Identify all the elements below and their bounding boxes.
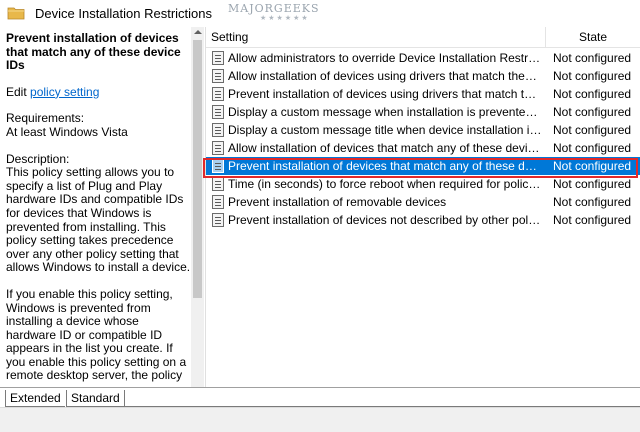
setting-row[interactable]: Allow installation of devices that match… — [206, 139, 640, 157]
setting-state: Not configured — [553, 123, 632, 137]
tab-extended[interactable]: Extended — [5, 390, 65, 407]
column-header-row: Setting State — [206, 27, 640, 48]
policy-setting-icon — [212, 195, 224, 209]
scroll-thumb[interactable] — [193, 40, 202, 298]
policy-title: Prevent installation of devices that mat… — [6, 31, 181, 73]
setting-row[interactable]: Display a custom message when installati… — [206, 103, 640, 121]
setting-state: Not configured — [553, 87, 632, 101]
setting-name: Allow administrators to override Device … — [228, 51, 542, 65]
setting-state: Not configured — [553, 69, 632, 83]
requirements-label: Requirements: — [6, 111, 85, 126]
policy-setting-icon — [212, 69, 224, 83]
title-header: Device Installation Restrictions MAJORGE… — [0, 0, 640, 28]
setting-state: Not configured — [553, 105, 632, 119]
setting-name: Prevent installation of devices using dr… — [228, 87, 542, 101]
column-header-setting[interactable]: Setting — [211, 30, 248, 44]
policy-setting-icon — [212, 177, 224, 191]
setting-state: Not configured — [553, 213, 632, 227]
setting-state: Not configured — [553, 177, 632, 191]
description-pane: Prevent installation of devices that mat… — [0, 27, 205, 387]
status-bar — [0, 407, 640, 432]
edit-policy-link[interactable]: policy setting — [30, 85, 99, 99]
tab-standard[interactable]: Standard — [66, 390, 125, 407]
setting-state: Not configured — [553, 159, 632, 173]
setting-name: Time (in seconds) to force reboot when r… — [228, 177, 542, 191]
setting-row[interactable]: Allow installation of devices using driv… — [206, 67, 640, 85]
setting-row[interactable]: Prevent installation of devices using dr… — [206, 85, 640, 103]
edit-line: Edit policy setting — [6, 84, 192, 100]
requirements-value: At least Windows Vista — [6, 124, 128, 139]
section-title: Device Installation Restrictions — [35, 6, 213, 21]
setting-name: Prevent installation of devices not desc… — [228, 213, 542, 227]
setting-row[interactable]: Display a custom message title when devi… — [206, 121, 640, 139]
setting-state: Not configured — [553, 195, 632, 209]
policy-setting-icon — [212, 123, 224, 137]
setting-name: Allow installation of devices using driv… — [228, 69, 542, 83]
setting-row[interactable]: Time (in seconds) to force reboot when r… — [206, 175, 640, 193]
policy-setting-icon — [212, 105, 224, 119]
setting-row[interactable]: Allow administrators to override Device … — [206, 49, 640, 67]
setting-state: Not configured — [553, 51, 632, 65]
description-paragraph-1: This policy setting allows you to specif… — [6, 165, 191, 275]
setting-name: Display a custom message title when devi… — [228, 123, 542, 137]
watermark-stars: ★★★★★★ — [260, 14, 310, 22]
column-header-state[interactable]: State — [579, 30, 607, 44]
edit-prefix: Edit — [6, 84, 27, 99]
policy-setting-icon — [212, 213, 224, 227]
settings-list: Setting State Allow administrators to ov… — [205, 27, 640, 387]
policy-setting-icon — [212, 141, 224, 155]
setting-row[interactable]: Prevent installation of removable device… — [206, 193, 640, 211]
folder-icon — [7, 7, 25, 20]
setting-row[interactable]: Prevent installation of devices that mat… — [206, 157, 640, 175]
watermark-logo: MAJORGEEKS ★★★★★★ — [228, 2, 320, 22]
description-label: Description: — [6, 151, 70, 166]
setting-name: Prevent installation of removable device… — [228, 195, 447, 209]
description-paragraph-2: If you enable this policy setting, Windo… — [6, 286, 187, 383]
setting-row[interactable]: Prevent installation of devices not desc… — [206, 211, 640, 229]
policy-setting-icon — [212, 159, 224, 173]
setting-state: Not configured — [553, 141, 632, 155]
setting-name: Display a custom message when installati… — [228, 105, 542, 119]
policy-setting-icon — [212, 51, 224, 65]
setting-name: Allow installation of devices that match… — [228, 141, 542, 155]
policy-setting-icon — [212, 87, 224, 101]
column-divider[interactable] — [545, 27, 546, 47]
scroll-up-arrow-icon[interactable] — [194, 30, 202, 34]
description-scrollbar[interactable] — [191, 27, 204, 387]
setting-name: Prevent installation of devices that mat… — [228, 159, 542, 173]
